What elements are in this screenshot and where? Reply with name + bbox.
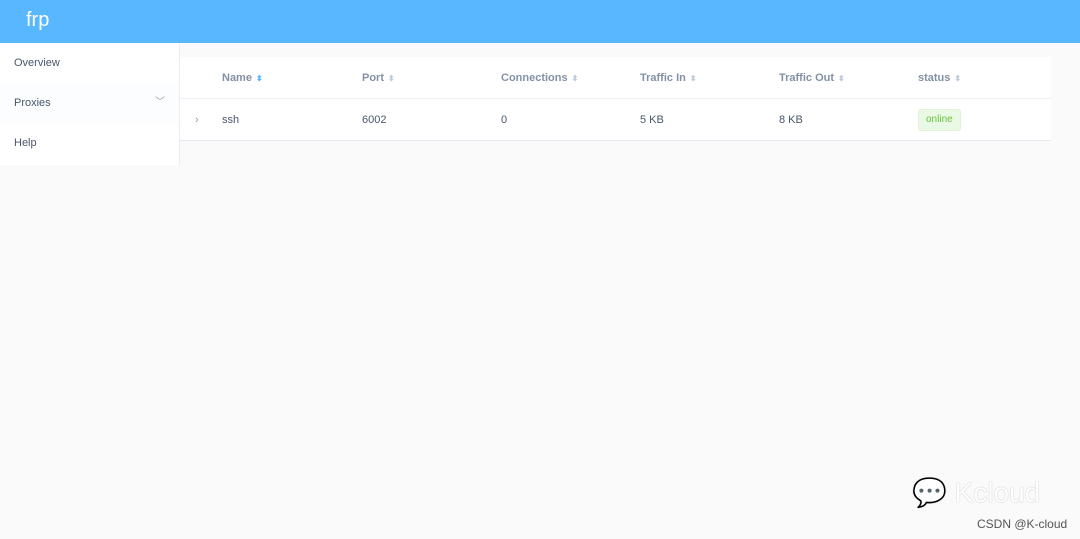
- table-header: Name ⬍ Port ⬍ Connections ⬍ Traffic In ⬍ Tra…: [180, 57, 1051, 99]
- label: Proxies: [14, 97, 51, 109]
- app-title: frp: [26, 9, 50, 31]
- watermark-logo: 💬 Kcloud: [912, 477, 1041, 508]
- col-traffic-in[interactable]: Traffic In ⬍: [640, 57, 697, 100]
- proxies-table: Name ⬍ Port ⬍ Connections ⬍ Traffic In ⬍ Tra…: [180, 57, 1051, 141]
- table-row[interactable]: › ssh 6002 0 5 KB 8 KB online: [180, 99, 1051, 141]
- cell-port: 6002: [362, 114, 387, 126]
- sort-icon[interactable]: ⬍: [690, 74, 697, 83]
- status-badge: online: [918, 109, 961, 132]
- col-connections[interactable]: Connections ⬍: [501, 57, 578, 100]
- sort-icon[interactable]: ⬍: [954, 74, 961, 83]
- chevron-down-icon: ﹀: [155, 97, 165, 108]
- watermark-credit: CSDN @K-cloud: [977, 517, 1068, 531]
- col-traffic-out[interactable]: Traffic Out ⬍: [779, 57, 845, 100]
- sort-icon[interactable]: ⬍: [838, 74, 845, 83]
- sidebar-item-help[interactable]: Help: [0, 123, 179, 163]
- header: frp: [0, 0, 1080, 43]
- cell-traffic-out: 8 KB: [779, 114, 803, 126]
- cell-name: ssh: [222, 114, 240, 126]
- sidebar-item-overview[interactable]: Overview: [0, 43, 179, 83]
- expand-chevron-icon[interactable]: ›: [195, 99, 199, 141]
- col-name[interactable]: Name ⬍: [222, 57, 263, 100]
- cell-status: online: [918, 99, 961, 141]
- label: Overview: [14, 57, 60, 69]
- sort-icon[interactable]: ⬍: [388, 74, 395, 83]
- sidebar: Overview Proxies ﹀ Help: [0, 43, 180, 165]
- col-status[interactable]: status ⬍: [918, 57, 961, 100]
- label: Help: [14, 137, 37, 149]
- cell-traffic-in: 5 KB: [640, 114, 664, 126]
- sort-icon[interactable]: ⬍: [256, 74, 263, 83]
- sidebar-item-proxies[interactable]: Proxies ﹀: [0, 83, 179, 123]
- cell-connections: 0: [501, 114, 508, 126]
- col-port[interactable]: Port ⬍: [362, 57, 395, 100]
- sort-icon[interactable]: ⬍: [572, 74, 579, 83]
